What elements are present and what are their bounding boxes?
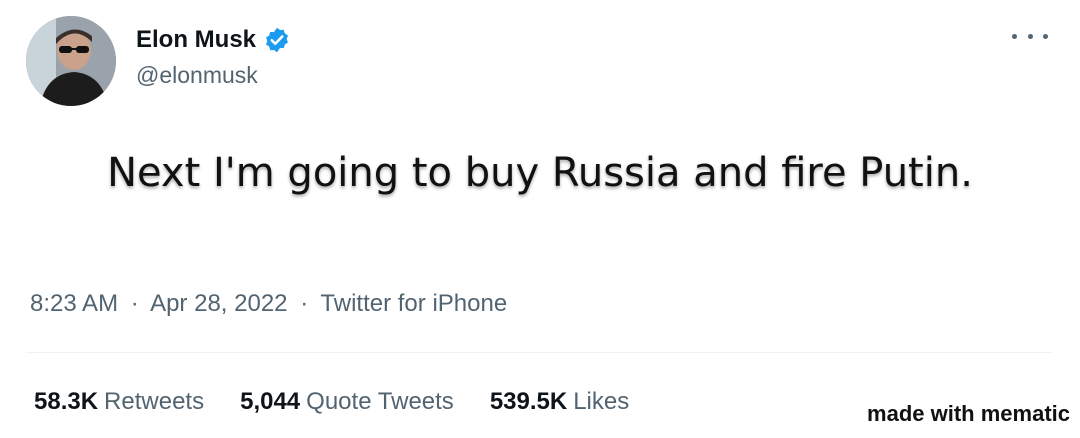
tweet-meta: 8:23 AM · Apr 28, 2022 · Twitter for iPh… — [30, 290, 507, 318]
quote-tweets-count: 5,044 — [240, 388, 301, 415]
avatar[interactable] — [26, 16, 116, 106]
retweets-stat[interactable]: 58.3K Retweets — [34, 388, 204, 416]
user-handle[interactable]: @elonmusk — [136, 62, 291, 89]
meta-separator: · — [300, 290, 309, 317]
tweet-header: Elon Musk @elonmusk — [26, 12, 1056, 106]
tweet-stats: 58.3K Retweets 5,044 Quote Tweets 539.5K Li… — [34, 388, 629, 416]
author-block: Elon Musk @elonmusk — [136, 24, 291, 89]
more-dot — [1043, 33, 1048, 39]
quote-tweets-label: Quote Tweets — [306, 388, 454, 415]
retweets-count: 58.3K — [34, 388, 99, 415]
tweet-date[interactable]: Apr 28, 2022 — [150, 290, 287, 317]
tweet-client[interactable]: Twitter for iPhone — [320, 290, 507, 317]
likes-label: Likes — [573, 388, 630, 415]
tweet-time[interactable]: 8:23 AM — [30, 290, 118, 317]
more-dot — [1027, 33, 1033, 39]
name-row: Elon Musk — [136, 24, 291, 56]
tweet-text: Next I'm going to buy Russia and fire Pu… — [107, 150, 973, 196]
divider — [26, 352, 1052, 353]
more-dot — [1012, 33, 1017, 39]
display-name[interactable]: Elon Musk — [136, 26, 256, 54]
avatar-image — [26, 16, 116, 106]
retweets-label: Retweets — [104, 388, 205, 415]
watermark: made with mematic — [867, 401, 1070, 426]
meta-separator: · — [130, 290, 139, 317]
likes-stat[interactable]: 539.5K Likes — [490, 388, 629, 416]
verified-badge-icon — [263, 26, 291, 54]
more-horizontal-icon[interactable] — [1012, 24, 1048, 48]
likes-count: 539.5K — [489, 388, 568, 415]
quote-tweets-stat[interactable]: 5,044 Quote Tweets — [240, 388, 454, 416]
